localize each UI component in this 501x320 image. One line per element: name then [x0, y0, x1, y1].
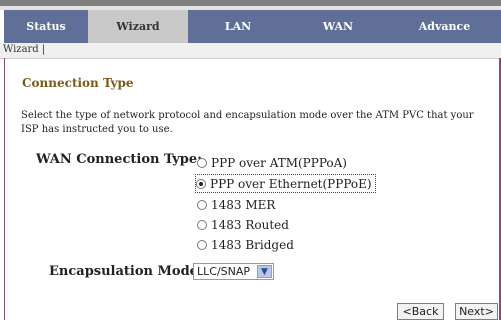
- frame-border-left: [4, 58, 5, 320]
- main-tabs: Status Wizard LAN WAN Advance: [4, 10, 501, 43]
- option-1483-mer-label: 1483 MER: [211, 197, 276, 212]
- option-pppoe[interactable]: PPP over Ethernet(PPPoE): [195, 174, 376, 193]
- sub-navigation: Wizard |: [0, 43, 501, 59]
- radio-1483-routed-icon[interactable]: [197, 219, 207, 230]
- radio-1483-bridged-icon[interactable]: [197, 239, 207, 250]
- radio-1483-mer-icon[interactable]: [197, 199, 207, 210]
- chevron-down-icon[interactable]: ▼: [257, 265, 272, 278]
- tab-lan[interactable]: LAN: [188, 10, 288, 43]
- option-pppoa[interactable]: PPP over ATM(PPPoA): [197, 154, 347, 171]
- option-1483-routed-label: 1483 Routed: [211, 217, 289, 232]
- back-button[interactable]: <Back: [397, 303, 444, 320]
- radio-pppoa-icon[interactable]: [197, 157, 207, 168]
- encapsulation-mode-label: Encapsulation Mode:: [49, 264, 203, 279]
- encapsulation-mode-value: LLC/SNAP: [197, 265, 251, 278]
- option-1483-bridged[interactable]: 1483 Bridged: [197, 236, 294, 253]
- tab-wan[interactable]: WAN: [288, 10, 388, 43]
- subnav-wizard-link[interactable]: Wizard |: [3, 44, 45, 55]
- option-1483-mer[interactable]: 1483 MER: [197, 196, 275, 213]
- option-1483-bridged-label: 1483 Bridged: [211, 237, 294, 252]
- option-pppoe-label: PPP over Ethernet(PPPoE): [210, 176, 372, 191]
- wan-connection-type-label: WAN Connection Type:: [36, 152, 202, 167]
- next-button[interactable]: Next>: [455, 303, 498, 320]
- tab-advance[interactable]: Advance: [388, 10, 501, 43]
- option-pppoa-label: PPP over ATM(PPPoA): [211, 155, 347, 170]
- encapsulation-mode-select[interactable]: LLC/SNAP ▼: [193, 263, 274, 280]
- tab-status[interactable]: Status: [4, 10, 88, 43]
- radio-pppoe-icon[interactable]: [196, 178, 206, 189]
- page-title: Connection Type: [22, 76, 134, 90]
- page-description: Select the type of network protocol and …: [21, 110, 474, 135]
- option-1483-routed[interactable]: 1483 Routed: [197, 216, 289, 233]
- tab-wizard[interactable]: Wizard: [88, 10, 188, 43]
